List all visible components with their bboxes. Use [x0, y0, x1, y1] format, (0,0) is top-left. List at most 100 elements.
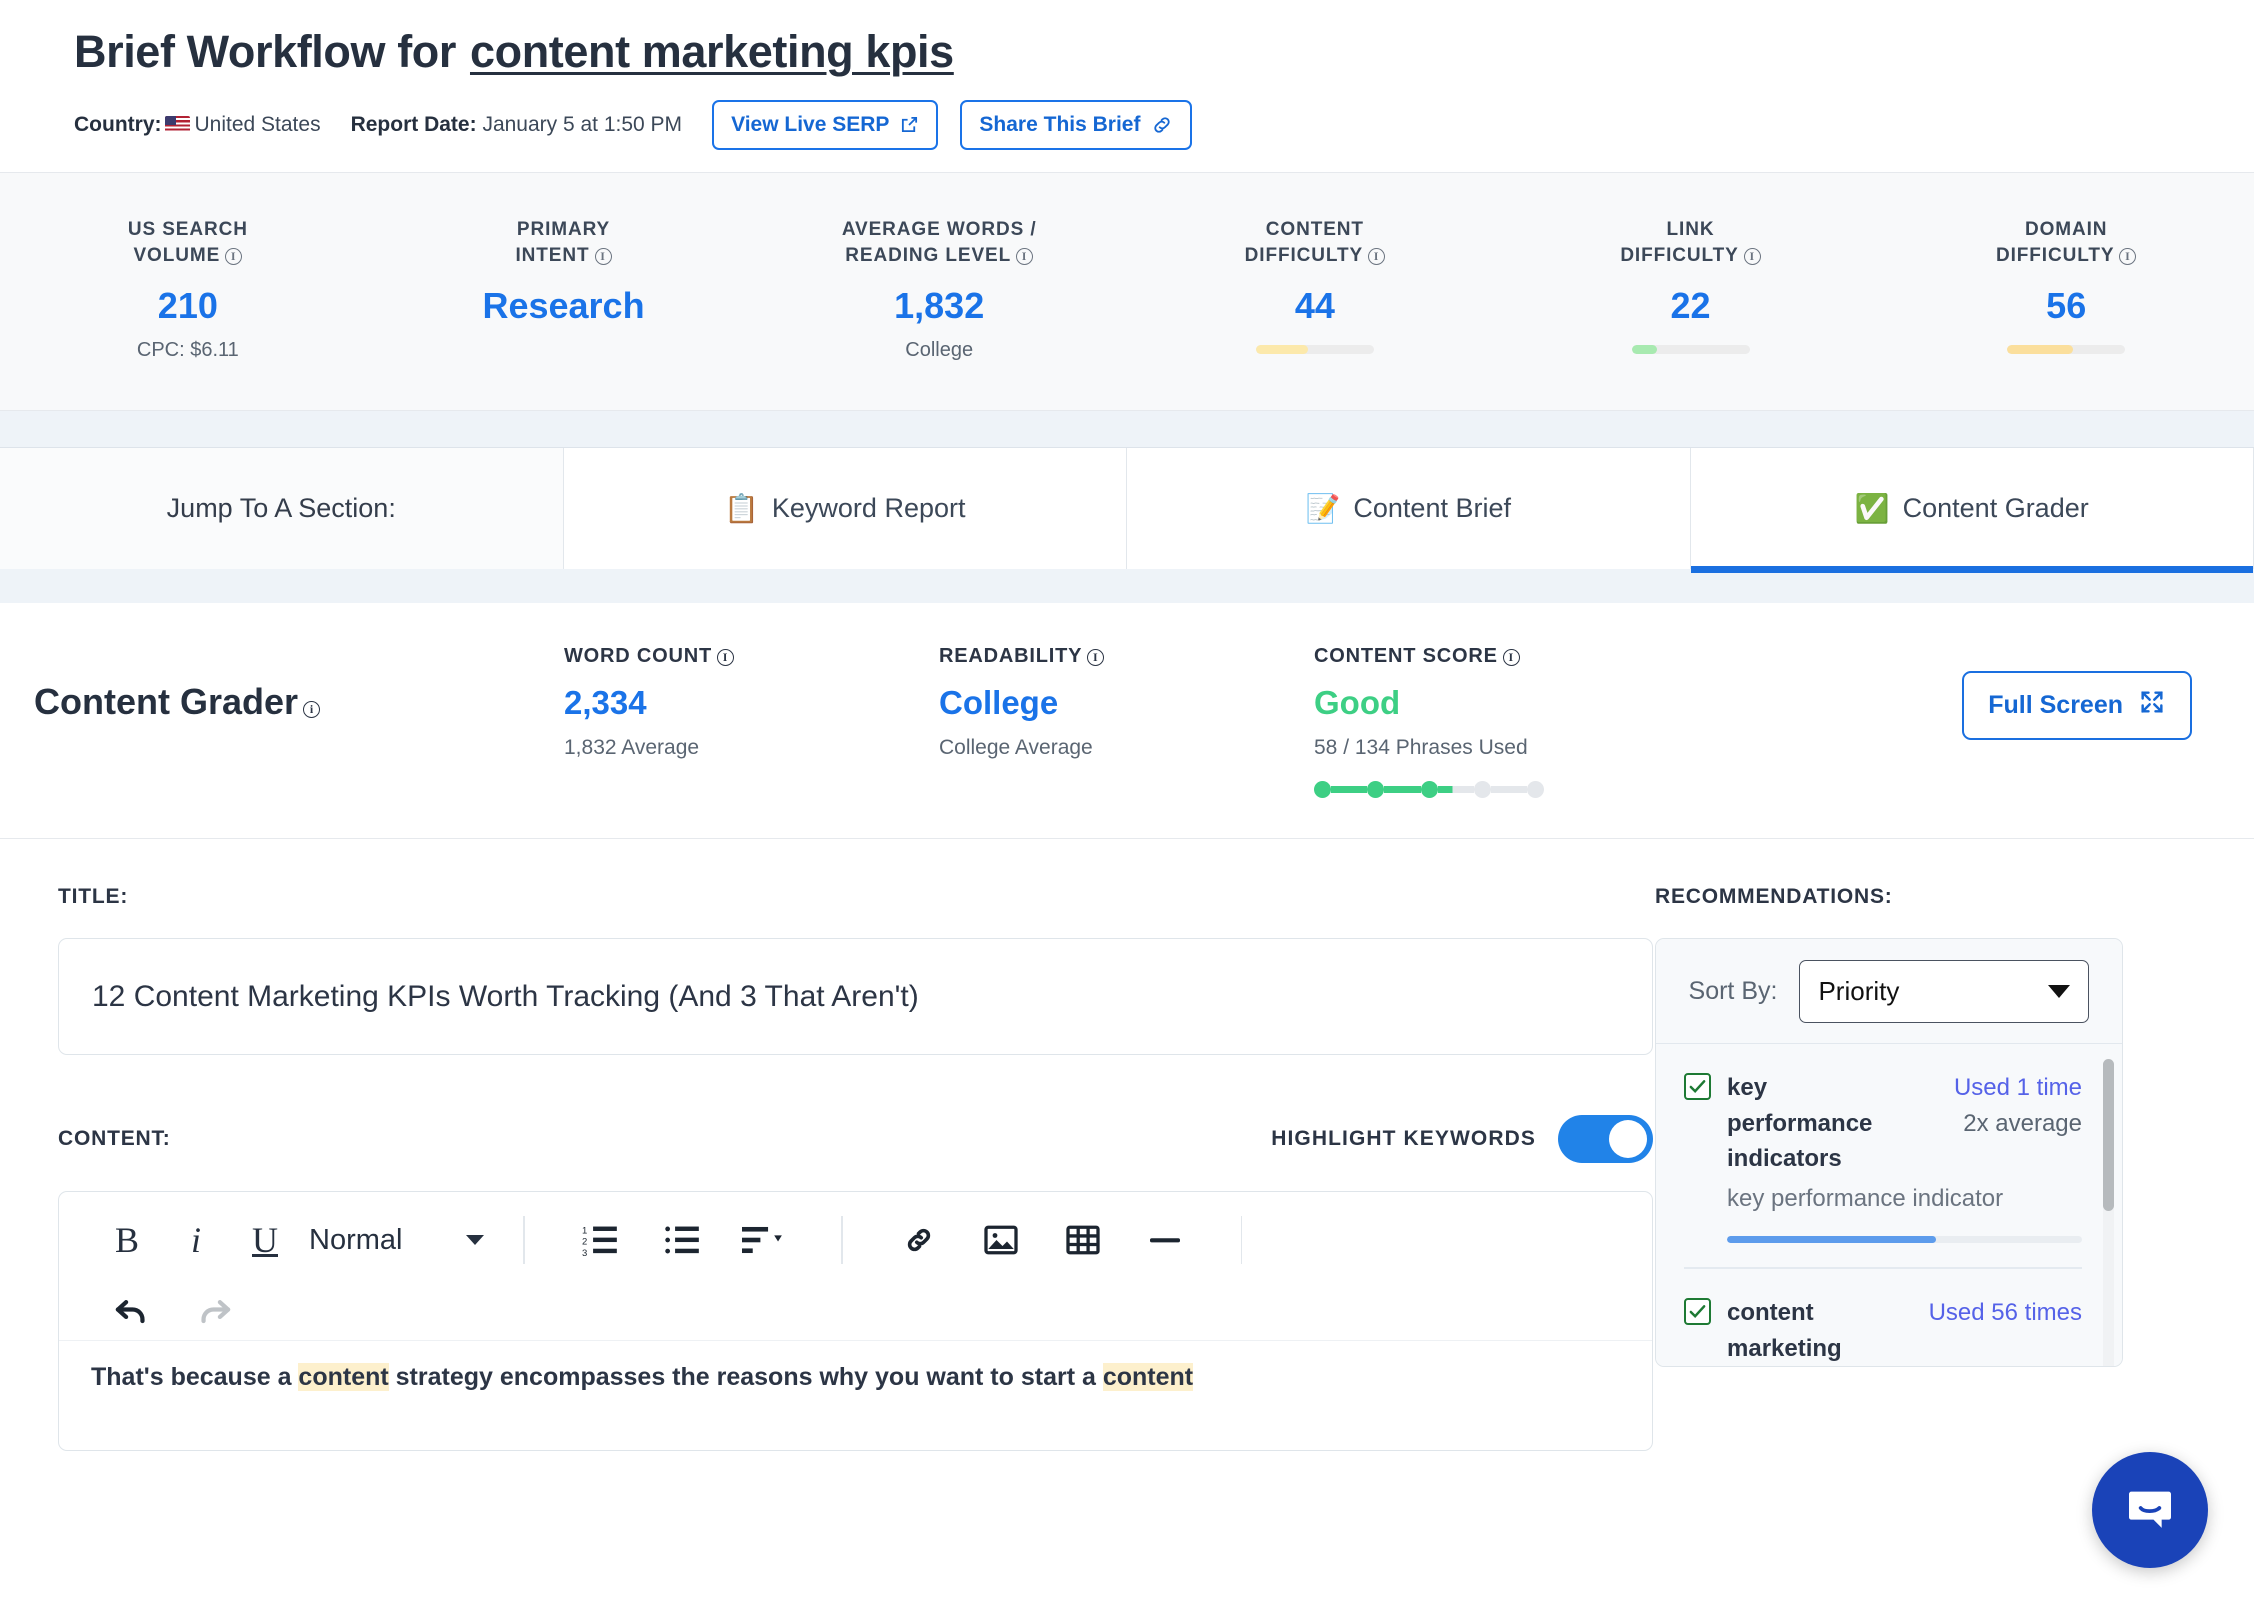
- difficulty-bar: [1255, 345, 1374, 355]
- underline-button[interactable]: U: [227, 1219, 303, 1261]
- info-icon[interactable]: i: [303, 701, 321, 719]
- grader-body: TITLE: 12 Content Marketing KPIs Worth T…: [0, 839, 2254, 1452]
- editor-keyword-highlight: content: [298, 1363, 389, 1392]
- difficulty-bar: [2007, 345, 2126, 355]
- recommendation-used: Used 56 times: [1928, 1299, 2082, 1327]
- title-input-value: 12 Content Marketing KPIs Worth Tracking…: [92, 979, 919, 1013]
- recommendations-list: key performance indicators Used 1 time 2…: [1656, 1044, 2122, 1367]
- chat-widget-button[interactable]: [2092, 1452, 2208, 1568]
- score-progress-dot: [1473, 781, 1491, 799]
- expand-arrows-icon: [2138, 688, 2166, 723]
- recommendation-variant: key performance indicator: [1727, 1184, 2004, 1212]
- recommendations-column: RECOMMENDATIONS: Sort By: Priority key p…: [1655, 885, 2254, 1451]
- editor-toolbar-row-1: B i U Normal 1 2 3: [59, 1192, 1652, 1288]
- horizontal-rule-icon[interactable]: [1124, 1223, 1206, 1257]
- metric-label: DOMAIN DIFFICULTY i: [1878, 217, 2254, 269]
- metric-label: LINK DIFFICULTY i: [1503, 217, 1879, 269]
- rich-text-editor[interactable]: B i U Normal 1 2 3 That's because a cont…: [58, 1191, 1653, 1452]
- grader-metric-value: Good: [1314, 684, 1401, 722]
- metric-label-line1: AVERAGE WORDS /: [841, 218, 1037, 240]
- title-field-label: TITLE:: [58, 885, 129, 909]
- metric-label-line2: VOLUME: [133, 244, 221, 266]
- svg-text:1: 1: [582, 1226, 587, 1237]
- full-screen-label: Full Screen: [1988, 691, 2123, 720]
- checkbox-checked-icon[interactable]: [1684, 1298, 1711, 1326]
- page-header: Brief Workflow for content marketing kpi…: [0, 0, 2254, 172]
- score-progress-segment: [1490, 786, 1527, 794]
- grader-metric-label: WORD COUNT i: [564, 645, 939, 668]
- metric-label-line1: US SEARCH: [127, 218, 248, 240]
- report-date-meta: Report Date: January 5 at 1:50 PM: [351, 113, 682, 137]
- info-icon[interactable]: i: [225, 247, 243, 265]
- tab-content-brief[interactable]: 📝 Content Brief: [1127, 448, 1691, 570]
- undo-icon[interactable]: [89, 1294, 173, 1330]
- tab-content-grader[interactable]: ✅ Content Grader: [1690, 448, 2254, 574]
- checkbox-checked-icon[interactable]: [1684, 1073, 1711, 1101]
- tab-label: Content Grader: [1902, 493, 2089, 524]
- title-input[interactable]: 12 Content Marketing KPIs Worth Tracking…: [58, 938, 1653, 1056]
- tabs-underline-spacer: [0, 569, 2254, 604]
- metric-us-search-volume: US SEARCH VOLUME i 210 CPC: $6.11: [0, 217, 376, 363]
- full-screen-button[interactable]: Full Screen: [1962, 671, 2192, 741]
- editor-body-text[interactable]: That's because a content strategy encomp…: [59, 1340, 1652, 1392]
- metric-domain-difficulty: DOMAIN DIFFICULTY i 56: [1878, 217, 2254, 363]
- recommendation-name: content marketing: [1727, 1299, 1842, 1362]
- metric-label-line1: PRIMARY: [516, 218, 611, 240]
- tab-keyword-report[interactable]: 📋 Keyword Report: [563, 448, 1127, 570]
- content-grader-summary: Content Grader i WORD COUNT i 2,334 1,832 …: [0, 603, 2254, 840]
- align-dropdown-button[interactable]: [724, 1224, 806, 1256]
- section-spacer: [0, 411, 2254, 448]
- info-icon[interactable]: i: [1743, 247, 1761, 265]
- info-icon[interactable]: i: [1502, 649, 1520, 667]
- redo-icon[interactable]: [173, 1294, 257, 1330]
- content-score-progress: [1314, 781, 1544, 799]
- info-icon[interactable]: i: [716, 649, 734, 667]
- bullet-list-button[interactable]: [642, 1224, 724, 1256]
- metric-average-words-reading-level: AVERAGE WORDS / READING LEVEL i 1,832 Col…: [751, 217, 1127, 363]
- recommendation-row: content marketing Used 56 times: [1684, 1295, 2082, 1366]
- metric-label-line2: DIFFICULTY: [1620, 244, 1739, 266]
- recommendation-item[interactable]: key performance indicators Used 1 time 2…: [1656, 1044, 2122, 1270]
- recommendation-item[interactable]: content marketing Used 56 times: [1656, 1269, 2122, 1366]
- difficulty-bar: [1631, 345, 1750, 355]
- info-icon[interactable]: i: [1368, 247, 1386, 265]
- score-progress-dot: [1527, 781, 1544, 799]
- tab-label: Keyword Report: [771, 493, 966, 524]
- grader-metric-sub: College Average: [939, 736, 1093, 760]
- info-icon[interactable]: i: [594, 247, 612, 265]
- grader-metric-value: 2,334: [564, 684, 647, 722]
- ordered-list-button[interactable]: 1 2 3: [560, 1224, 642, 1256]
- recommendations-scrollbar[interactable]: [2103, 1059, 2114, 1367]
- image-icon[interactable]: [960, 1223, 1042, 1257]
- share-brief-button[interactable]: Share This Brief: [960, 99, 1193, 150]
- metric-value: 44: [1294, 285, 1335, 327]
- info-icon[interactable]: i: [2119, 247, 2137, 265]
- grader-readability: READABILITY i College College Average: [939, 645, 1314, 760]
- italic-button[interactable]: i: [165, 1219, 227, 1261]
- highlight-keywords-toggle[interactable]: [1558, 1115, 1653, 1164]
- editor-column: TITLE: 12 Content Marketing KPIs Worth T…: [0, 885, 1655, 1452]
- sort-by-select[interactable]: Priority: [1799, 959, 2090, 1023]
- recommendations-panel: Sort By: Priority key performance indica…: [1655, 938, 2123, 1368]
- score-progress-dot: [1367, 781, 1385, 799]
- info-icon[interactable]: i: [1087, 649, 1105, 667]
- metric-label-line1: CONTENT: [1265, 218, 1364, 240]
- editor-keyword-highlight: content: [1102, 1363, 1194, 1392]
- view-live-serp-button[interactable]: View Live SERP: [712, 99, 939, 150]
- bold-button[interactable]: B: [89, 1219, 165, 1261]
- info-icon[interactable]: i: [1016, 247, 1034, 265]
- grader-metric-sub: 1,832 Average: [564, 736, 700, 760]
- metric-label-line2: INTENT: [515, 244, 590, 266]
- editor-text-part2: strategy encompasses the reasons why you…: [388, 1363, 1103, 1392]
- format-dropdown[interactable]: Normal: [303, 1224, 488, 1257]
- metric-label-line1: DOMAIN: [2024, 218, 2108, 240]
- link-icon[interactable]: [878, 1222, 960, 1258]
- chat-smile-icon: [2122, 1480, 2178, 1541]
- metric-value: 22: [1670, 285, 1711, 327]
- metric-label: AVERAGE WORDS / READING LEVEL i: [751, 217, 1127, 269]
- table-icon[interactable]: [1042, 1223, 1124, 1257]
- metric-value: 210: [157, 285, 218, 327]
- jump-to-section-label: Jump To A Section:: [0, 448, 564, 570]
- metric-primary-intent: PRIMARY INTENT i Research: [376, 217, 752, 363]
- svg-text:2: 2: [582, 1237, 587, 1248]
